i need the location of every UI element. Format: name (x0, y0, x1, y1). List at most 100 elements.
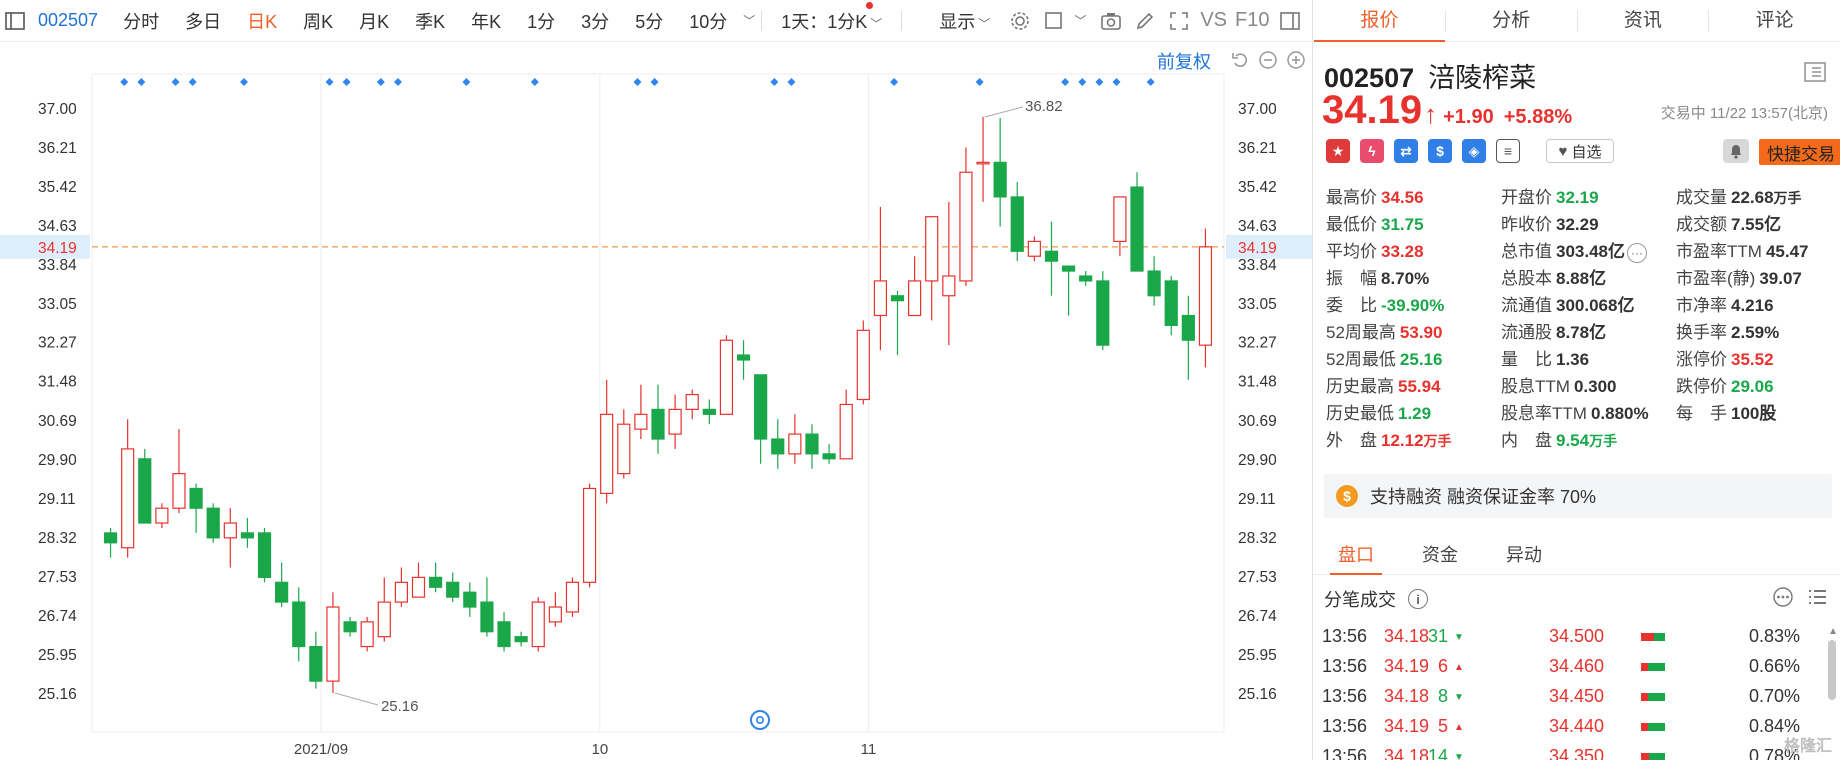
period-tab[interactable]: 分时 (110, 8, 172, 34)
scrollbar-thumb[interactable] (1828, 640, 1836, 700)
candle-body[interactable] (1198, 246, 1213, 346)
candle-body[interactable] (497, 621, 511, 648)
candle-body[interactable] (719, 339, 734, 415)
period-tab[interactable]: 5分 (622, 8, 676, 34)
settings-gear-icon[interactable] (1009, 10, 1031, 32)
tag-icon[interactable]: ◈ (1462, 139, 1486, 163)
event-marker-diamond[interactable] (393, 78, 402, 86)
candle-body[interactable] (326, 606, 340, 682)
candle-body[interactable] (685, 393, 699, 410)
display-dropdown[interactable]: 显示 ﹀ (926, 8, 1003, 34)
candle-body[interactable] (1010, 196, 1024, 252)
event-marker-diamond[interactable] (770, 78, 779, 86)
quote-tab[interactable]: 资讯 (1578, 0, 1709, 41)
candle-body[interactable] (292, 601, 306, 648)
candle-body[interactable] (976, 161, 990, 165)
candle-body[interactable] (121, 448, 135, 549)
period-tab[interactable]: 年K (458, 8, 514, 34)
sub-tab[interactable]: 盘口 (1314, 535, 1398, 575)
tick-list[interactable]: 13:56 34.18 31 ▼ 34.500 0.83% 13:56 34.19 6 ▲ 34.4… (1314, 622, 1826, 760)
candle-body[interactable] (771, 438, 785, 455)
info-icon[interactable]: i (1408, 589, 1428, 609)
event-marker-diamond[interactable] (530, 78, 539, 86)
event-marker-diamond[interactable] (188, 78, 197, 86)
stock-code-label[interactable]: 002507 (32, 10, 110, 31)
candle-body[interactable] (582, 487, 597, 583)
candle-body[interactable] (103, 532, 118, 544)
candle-body[interactable] (1147, 270, 1161, 297)
event-marker-diamond[interactable] (650, 78, 659, 86)
scroll-up-arrow[interactable]: ▲ (1828, 626, 1838, 637)
candle-body[interactable] (634, 413, 648, 430)
event-marker-diamond[interactable] (239, 78, 248, 86)
candle-body[interactable] (257, 532, 272, 578)
at-mention-icon[interactable] (750, 710, 770, 730)
candle-body[interactable] (754, 374, 768, 440)
event-marker-diamond[interactable] (633, 78, 642, 86)
candle-body[interactable] (309, 645, 323, 682)
event-marker-diamond[interactable] (975, 78, 984, 86)
event-marker-diamond[interactable] (137, 78, 146, 86)
event-marker-diamond[interactable] (1112, 78, 1121, 86)
candle-body[interactable] (172, 473, 186, 509)
candle-body[interactable] (1181, 314, 1195, 341)
candle-body[interactable] (959, 171, 973, 282)
period-tab[interactable]: 3分 (568, 8, 622, 34)
candle-body[interactable] (873, 280, 888, 317)
period-tab[interactable]: 季K (402, 8, 458, 34)
overlay-square-icon[interactable] (1043, 10, 1065, 32)
event-marker-diamond[interactable] (1146, 78, 1155, 86)
panel-toggle-icon[interactable] (1279, 10, 1301, 32)
candle-body[interactable] (822, 453, 836, 460)
period-select[interactable]: 1天：1分K ﹀ (768, 8, 895, 34)
pencil-icon[interactable] (1134, 10, 1156, 32)
candle-body[interactable] (668, 408, 682, 435)
event-marker-diamond[interactable] (120, 78, 129, 86)
margin-finance-bar[interactable]: $ 支持融资 融资保证金率 70% (1324, 474, 1832, 518)
candle-body[interactable] (206, 507, 220, 539)
candle-body[interactable] (1079, 275, 1093, 282)
candle-body[interactable] (1027, 240, 1041, 257)
candlestick-chart[interactable]: 2021/09 10 11 37.00 37.00 36.21 36.21 35.42 35.4… (0, 42, 1313, 760)
add-watchlist-button[interactable]: ♥ 自选 (1546, 139, 1614, 163)
lightning-icon[interactable]: ϟ (1360, 139, 1384, 163)
chevron-down-icon[interactable]: ﹀ (1074, 12, 1086, 29)
event-marker-diamond[interactable] (1095, 78, 1104, 86)
event-marker-diamond[interactable] (342, 78, 351, 86)
candle-body[interactable] (429, 576, 443, 588)
menu-list-icon[interactable] (1804, 62, 1826, 82)
candle-body[interactable] (240, 532, 255, 539)
candle-body[interactable] (411, 576, 426, 598)
candle-body[interactable] (531, 601, 545, 648)
candle-body[interactable] (1164, 280, 1178, 326)
candle-body[interactable] (925, 216, 939, 282)
candle-body[interactable] (856, 329, 870, 401)
bell-icon[interactable] (1723, 139, 1749, 163)
candle-body[interactable] (908, 280, 922, 317)
f10-button[interactable]: F10 (1231, 9, 1273, 32)
candle-body[interactable] (993, 161, 1007, 198)
shuffle-icon[interactable]: ⇄ (1394, 139, 1418, 163)
candle-body[interactable] (839, 403, 853, 460)
fullscreen-icon[interactable] (1168, 10, 1190, 32)
candle-body[interactable] (1130, 186, 1144, 272)
vs-compare-button[interactable]: VS (1196, 9, 1231, 32)
candle-body[interactable] (480, 601, 494, 633)
candle-body[interactable] (189, 487, 203, 509)
candle-body[interactable] (377, 601, 391, 638)
candle-body[interactable] (890, 295, 905, 302)
quote-tab[interactable]: 分析 (1446, 0, 1577, 41)
candle-body[interactable] (394, 581, 408, 603)
camera-icon[interactable] (1100, 10, 1122, 32)
candle-body[interactable] (1061, 265, 1076, 272)
quote-tab[interactable]: 评论 (1709, 0, 1840, 41)
candle-body[interactable] (805, 433, 819, 455)
candle-body[interactable] (343, 621, 357, 633)
period-tab[interactable]: 多日 (172, 8, 234, 34)
chevron-down-icon[interactable]: ﹀ (743, 12, 755, 29)
candle-body[interactable] (942, 275, 956, 297)
event-marker-diamond[interactable] (376, 78, 385, 86)
sidebar-toggle-icon[interactable] (4, 10, 26, 32)
period-tab[interactable]: 1分 (514, 8, 568, 34)
dollar-icon[interactable]: $ (1428, 139, 1452, 163)
